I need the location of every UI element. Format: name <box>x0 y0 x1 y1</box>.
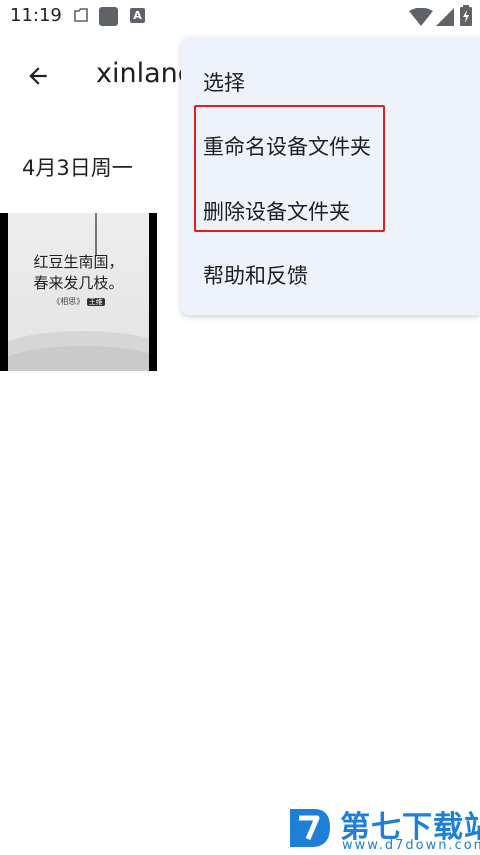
poem-author-tag: 王维 <box>86 298 105 306</box>
poem-title: 《相思》 <box>52 297 85 306</box>
menu-item-help-feedback[interactable]: 帮助和反馈 <box>203 260 308 290</box>
a-icon: A <box>130 8 145 23</box>
app-square-icon <box>99 7 118 26</box>
menu-item-delete-folder[interactable]: 删除设备文件夹 <box>203 196 350 226</box>
poem-line-1: 红豆生南国， <box>33 253 124 271</box>
watermark-url: www.d7down.com <box>342 838 480 853</box>
back-button[interactable] <box>18 56 58 96</box>
watermark: 第七下载站 www.d7down.com <box>282 800 480 855</box>
signal-icon <box>436 8 454 26</box>
date-header: 4月3日周一 <box>22 156 133 180</box>
folder-title: xinlane <box>96 58 195 89</box>
thumbnail-wave <box>8 346 149 371</box>
poem-caption: 《相思》 王维 <box>8 296 149 307</box>
poem-line-2: 春来发几枝。 <box>33 274 124 292</box>
wifi-icon <box>409 8 433 26</box>
d7-logo-icon <box>290 809 330 847</box>
menu-item-rename-folder[interactable]: 重命名设备文件夹 <box>203 131 371 161</box>
menu-item-select[interactable]: 选择 <box>203 67 245 97</box>
battery-charging-icon <box>460 5 472 26</box>
status-time: 11:19 <box>10 5 62 26</box>
thumbnail-line <box>95 213 97 255</box>
thumbnail-image: 红豆生南国， 春来发几枝。 《相思》 王维 <box>8 213 149 371</box>
overflow-menu: 选择 重命名设备文件夹 删除设备文件夹 帮助和反馈 <box>181 37 480 315</box>
status-bar: 11:19 A <box>0 0 480 34</box>
photo-thumbnail[interactable]: 红豆生南国， 春来发几枝。 《相思》 王维 <box>0 213 157 371</box>
folder-icon <box>74 8 88 22</box>
arrow-back-icon <box>29 67 47 85</box>
